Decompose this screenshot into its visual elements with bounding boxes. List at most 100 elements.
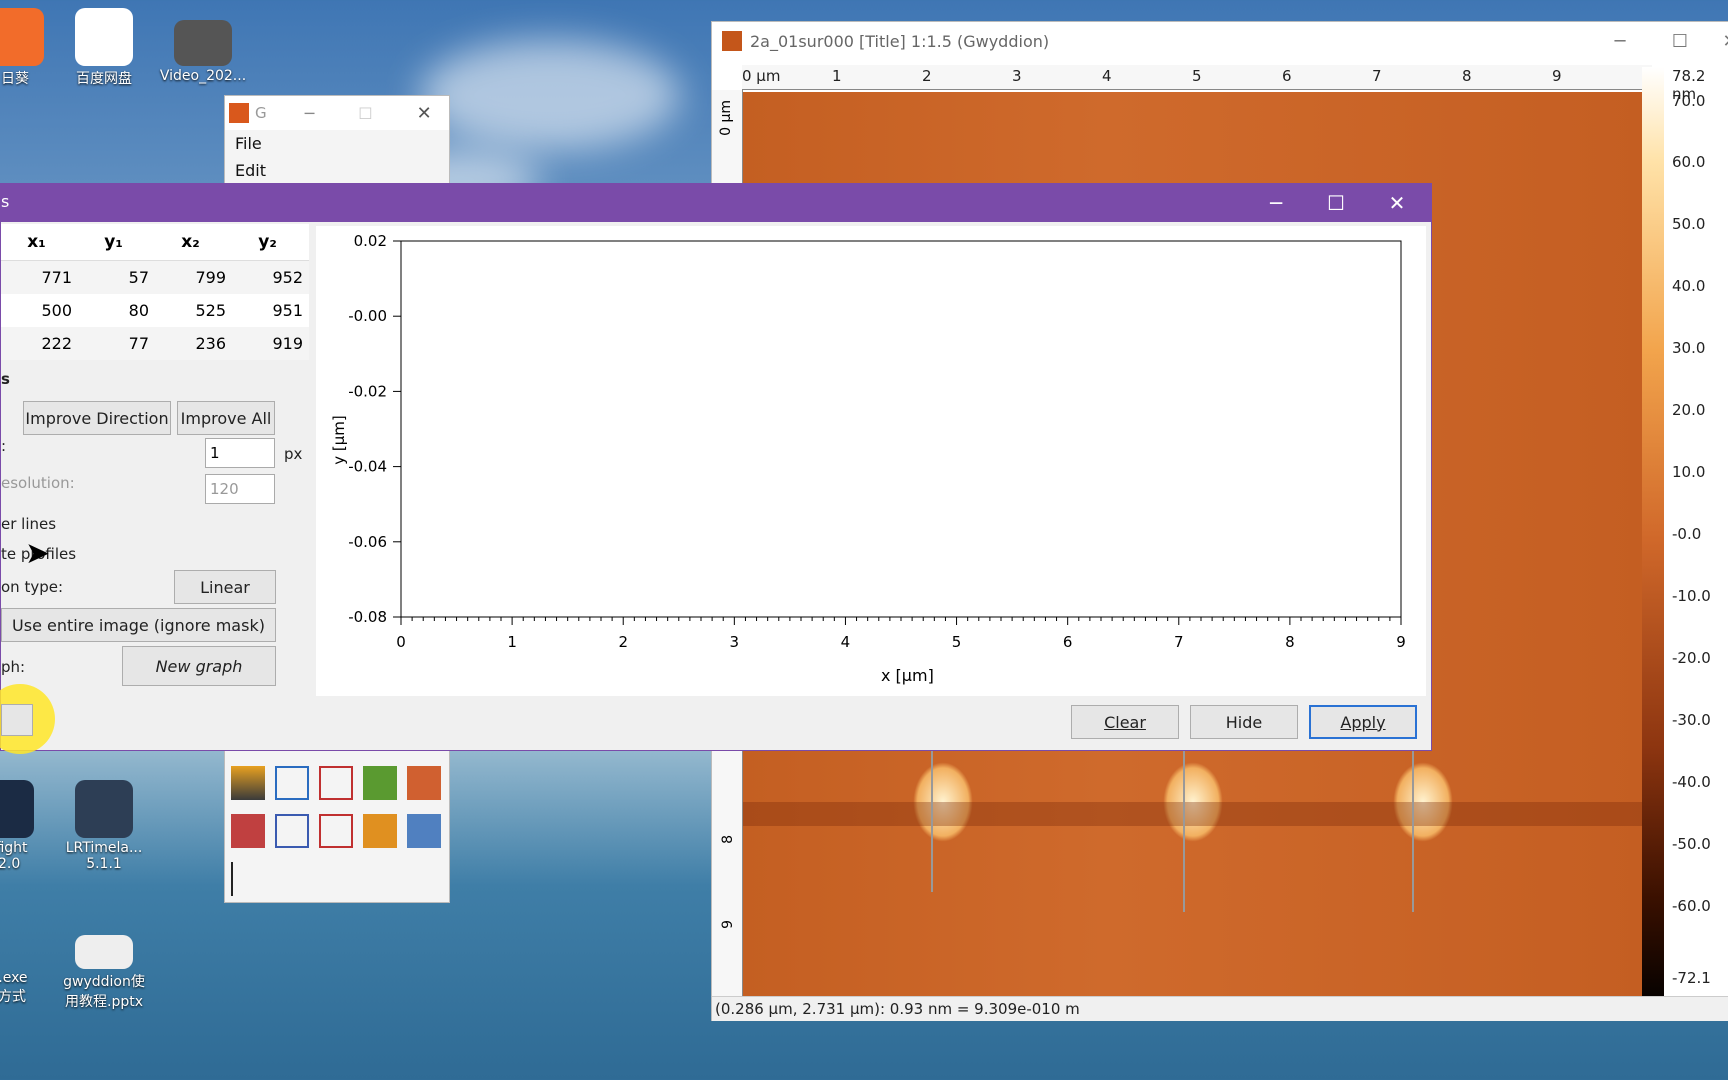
ruler-label: 8	[720, 835, 736, 844]
desktop-icon-label: 日葵	[1, 71, 29, 87]
section-label: s	[1, 370, 10, 388]
menu-edit[interactable]: Edit	[225, 157, 449, 184]
spot-remove-tool-icon[interactable]	[407, 766, 441, 800]
desktop-icon-sunlogin[interactable]: 日葵	[0, 8, 60, 88]
desktop-icon-pptx[interactable]: gwyddion使 用教程.pptx	[59, 935, 149, 1011]
profiles-dialog[interactable]: s ─ ☐ ✕ x₁ y₁ x₂ y₂ 771 57 799 952 500 8…	[0, 183, 1432, 754]
y-tick-label: -0.04	[348, 458, 387, 476]
profiles-table[interactable]: x₁ y₁ x₂ y₂ 771 57 799 952 500 80 525 95…	[1, 224, 309, 360]
profile-line[interactable]	[1183, 732, 1185, 912]
x-tick-label: 8	[1285, 633, 1295, 651]
table-row[interactable]: 222 77 236 919	[1, 327, 309, 360]
x-tick-label: 6	[1063, 633, 1073, 651]
colorbar-tick: -40.0	[1672, 773, 1711, 791]
toolbox-titlebar[interactable]: G ─ ☐ ✕	[225, 96, 449, 130]
table-cell: 799	[195, 268, 226, 287]
mouse-pointer-icon: ➤	[25, 536, 51, 571]
sky-cloud	[420, 40, 680, 150]
y-tick-label: 0.02	[354, 232, 387, 250]
table-row[interactable]: 771 57 799 952	[1, 261, 309, 294]
desktop-icon-lrtimelapse[interactable]: LRTimela... 5.1.1	[59, 780, 149, 872]
colorbar-tick: 40.0	[1672, 277, 1706, 295]
close-button[interactable]: ✕	[417, 103, 432, 124]
interpolation-select[interactable]: Linear	[174, 570, 276, 604]
apply-button[interactable]: Apply	[1309, 705, 1417, 739]
image-window-titlebar[interactable]: 2a_01sur000 [Title] 1:1.5 (Gwyddion)	[712, 22, 1728, 60]
dialog-left-button[interactable]	[1, 704, 33, 736]
x-tick-label: 0	[396, 633, 406, 651]
maximize-button[interactable]: ☐	[1306, 184, 1366, 222]
target-graph-select[interactable]: New graph	[122, 646, 276, 686]
mask-remove-tool-icon[interactable]	[319, 814, 353, 848]
minimize-button[interactable]: ─	[1592, 22, 1648, 60]
colorbar-tick: 70.0	[1672, 92, 1706, 110]
colorbar-tick: -50.0	[1672, 835, 1711, 853]
triangle-tool-icon[interactable]	[275, 766, 309, 800]
improve-direction-button[interactable]: Improve Direction	[23, 401, 171, 435]
x-tick-label: 9	[1396, 633, 1406, 651]
slope-tool-icon[interactable]	[231, 862, 265, 896]
close-button[interactable]: ✕	[1367, 184, 1427, 222]
mask-mode-select[interactable]: Use entire image (ignore mask)	[1, 608, 276, 642]
minimize-button[interactable]: ─	[305, 104, 315, 123]
ruler-label: 2	[922, 67, 932, 85]
desktop-icon-baidu[interactable]: 百度网盘	[59, 8, 149, 88]
desktop-icon-label: 百度网盘	[76, 71, 132, 87]
thickness-spinner[interactable]: 1	[205, 438, 275, 468]
ruler-label: 9	[720, 920, 736, 929]
crop-tool-icon[interactable]	[363, 766, 397, 800]
resolution-spinner[interactable]: 120	[205, 474, 275, 504]
dialog-titlebar[interactable]: s ─ ☐ ✕	[1, 184, 1431, 222]
clear-button[interactable]: Clear	[1071, 705, 1179, 739]
maximize-button[interactable]: ☐	[358, 104, 372, 123]
plot-frame	[400, 240, 1402, 618]
profile-graph[interactable]: 0 1 2 3 4 5 6 7 8 9 0.02 -0.00 -0.02 -0.04 -0.06 -0.08 …	[316, 226, 1426, 696]
colorbar-tick: -60.0	[1672, 897, 1711, 915]
table-cell: 222	[41, 334, 72, 353]
desktop-icon-afight[interactable]: a.fight v2.0	[0, 780, 50, 872]
table-row[interactable]: 500 80 525 951	[1, 294, 309, 327]
profile-tool-icon[interactable]	[319, 766, 353, 800]
column-header: y₂	[258, 232, 277, 252]
lrtimelapse-icon	[75, 780, 133, 838]
table-cell: 80	[128, 301, 149, 320]
distance-tool-icon[interactable]	[363, 814, 397, 848]
desktop-icon-label: gwyddion使 用教程.pptx	[63, 974, 145, 1010]
table-cell: 952	[272, 268, 303, 287]
table-body: 771 57 799 952 500 80 525 951 222 77 236…	[1, 261, 309, 360]
column-header: x₁	[27, 232, 46, 252]
dialog-title: s	[1, 192, 10, 211]
colorbar-tick: -0.0	[1672, 525, 1702, 543]
maximize-button[interactable]: ☐	[1652, 22, 1708, 60]
color-scale-bar	[1642, 67, 1664, 1012]
thin-lines-checkbox[interactable]: er lines	[1, 515, 56, 533]
mark-tool-icon[interactable]	[275, 814, 309, 848]
ruler-label: 0 µm	[718, 100, 734, 136]
colorbar-tick: 10.0	[1672, 463, 1706, 481]
desktop-icon-video[interactable]: Video_202...	[158, 20, 248, 84]
desktop-icon-label: Video_202...	[159, 68, 247, 84]
y-tick-label: -0.08	[348, 608, 387, 626]
colorbar-tick: -20.0	[1672, 649, 1711, 667]
table-cell: 951	[272, 301, 303, 320]
y-tick-label: -0.02	[348, 382, 387, 400]
desktop-icon-shortcut[interactable]: ck.exe 捷方式	[0, 910, 50, 1006]
toolbox-title: G	[255, 104, 267, 122]
y-tick-label: -0.00	[348, 307, 387, 325]
grain-tool-icon[interactable]	[231, 814, 265, 848]
gwyddion-data-icon	[722, 31, 742, 51]
profile-line[interactable]	[1412, 732, 1414, 912]
minimize-button[interactable]: ─	[1246, 184, 1306, 222]
profile-line[interactable]	[931, 732, 933, 892]
desktop-icon-label: a.fight v2.0	[0, 840, 28, 872]
improve-all-button[interactable]: Improve All	[177, 401, 275, 435]
hide-button[interactable]: Hide	[1190, 705, 1298, 739]
close-button[interactable]: ✕	[1702, 22, 1728, 60]
colorbar-tick: 50.0	[1672, 215, 1706, 233]
x-axis-label: x [µm]	[881, 666, 934, 685]
level-tool-icon[interactable]	[231, 766, 265, 800]
image-window-title: 2a_01sur000 [Title] 1:1.5 (Gwyddion)	[750, 31, 1050, 51]
ruler-label: 4	[1102, 67, 1112, 85]
menu-file[interactable]: File	[225, 130, 449, 157]
mask-editor-tool-icon[interactable]	[407, 814, 441, 848]
